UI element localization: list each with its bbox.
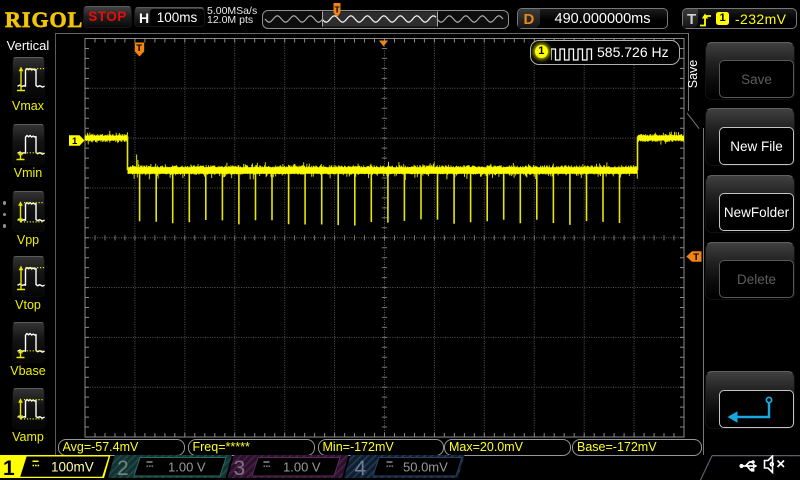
svg-text:T: T <box>335 5 341 15</box>
svg-text:T: T <box>136 43 142 54</box>
svg-text:1: 1 <box>3 457 15 480</box>
svg-text:1.00 V: 1.00 V <box>168 460 206 475</box>
svg-text:2: 2 <box>117 457 129 480</box>
svg-text:3: 3 <box>234 457 246 480</box>
svg-text:50.0mV: 50.0mV <box>403 460 448 475</box>
svg-text:1.00 V: 1.00 V <box>283 460 321 475</box>
svg-text:4: 4 <box>355 457 367 480</box>
svg-text:1: 1 <box>72 136 78 147</box>
svg-text:T: T <box>693 252 699 263</box>
svg-text:100mV: 100mV <box>51 460 94 475</box>
